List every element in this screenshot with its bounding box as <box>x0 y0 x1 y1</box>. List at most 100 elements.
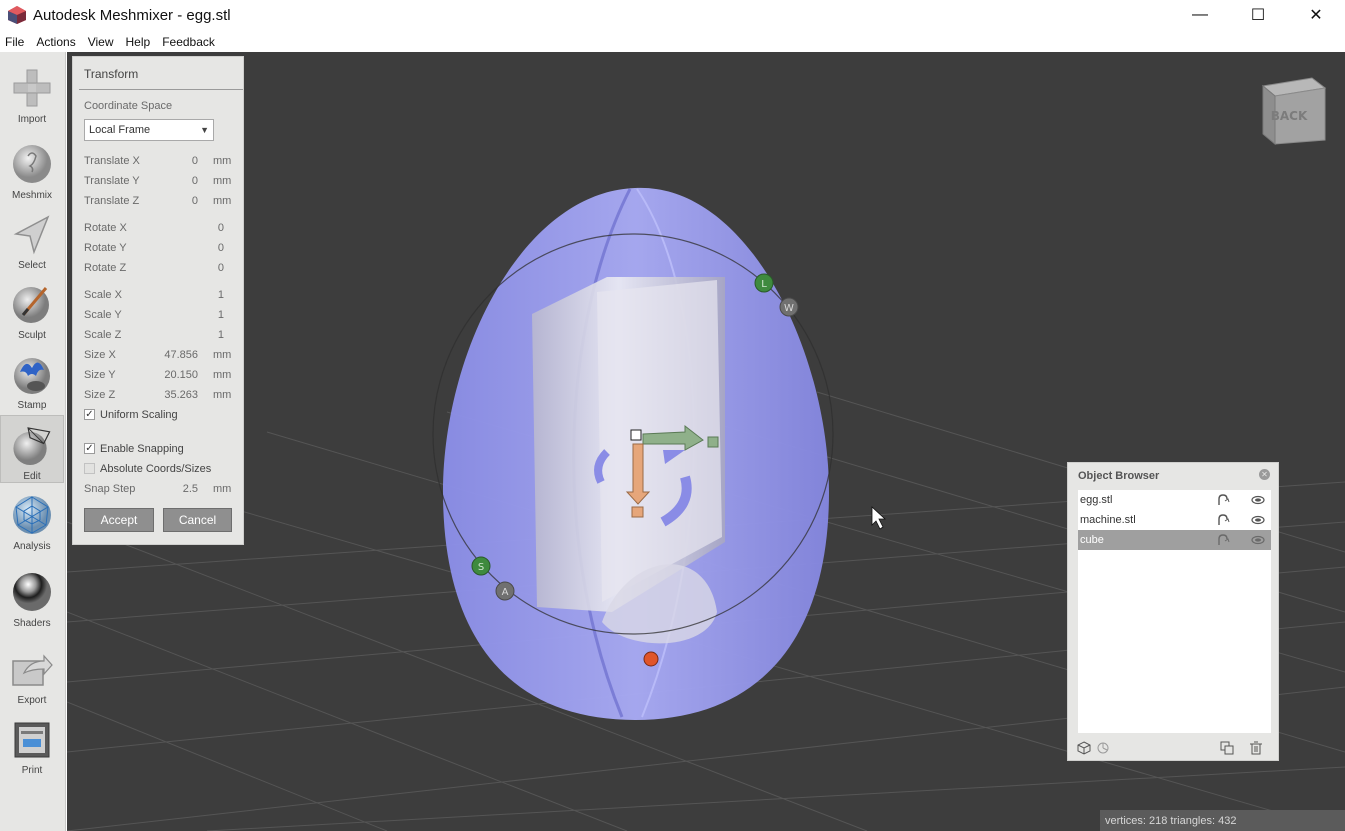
size-y-value[interactable]: 20.150 <box>153 369 198 381</box>
absolute-coords-checkbox[interactable] <box>84 463 95 474</box>
status-bar: vertices: 218 triangles: 432 <box>1100 810 1345 831</box>
translate-z-value[interactable]: 0 <box>168 195 198 207</box>
rotate-y-label: Rotate Y <box>84 242 127 254</box>
mouse-cursor-icon <box>871 506 887 530</box>
window-title: Autodesk Meshmixer - egg.stl <box>33 6 231 24</box>
gizmo-handle-s[interactable]: S <box>471 556 491 576</box>
scale-y-value[interactable]: 1 <box>188 309 224 321</box>
tool-label: Analysis <box>13 541 51 552</box>
tool-print[interactable]: Print <box>0 709 64 777</box>
translate-x-value[interactable]: 0 <box>168 155 198 167</box>
enable-snapping-label: Enable Snapping <box>100 443 184 455</box>
eye-icon[interactable] <box>1251 513 1265 527</box>
tool-stamp[interactable]: Stamp <box>0 344 64 412</box>
tool-sculpt[interactable]: Sculpt <box>0 274 64 342</box>
maximize-button[interactable]: ☐ <box>1229 0 1287 30</box>
menu-help[interactable]: Help <box>121 35 156 49</box>
tool-label: Sculpt <box>18 330 46 341</box>
tool-label: Edit <box>23 471 41 482</box>
close-button[interactable]: ✕ <box>1287 0 1345 30</box>
tool-select[interactable]: Select <box>0 204 64 272</box>
window-controls: — ☐ ✕ <box>1171 0 1345 30</box>
minimize-button[interactable]: — <box>1171 0 1229 30</box>
tool-shaders[interactable]: Shaders <box>0 562 64 630</box>
snap-step-label: Snap Step <box>84 483 136 495</box>
cancel-button[interactable]: Cancel <box>163 508 232 532</box>
machine-mesh <box>532 277 725 644</box>
pivot-icon[interactable] <box>1096 741 1110 755</box>
tool-label: Print <box>21 765 43 776</box>
gizmo-label-s: S <box>478 562 484 573</box>
gizmo-handle-w[interactable]: W <box>779 297 799 317</box>
plus-icon <box>13 69 51 107</box>
scale-y-label: Scale Y <box>84 309 122 321</box>
chrome-sphere-icon <box>13 573 51 611</box>
object-list: egg.stl machine.stl cube <box>1078 490 1271 733</box>
scale-z-label: Scale Z <box>84 329 122 341</box>
rotate-y-value[interactable]: 0 <box>188 242 224 254</box>
printer-icon <box>14 722 50 758</box>
bunny-sphere-icon <box>13 145 51 183</box>
object-browser-panel: Object Browser ✕ egg.stl machine.stl cub… <box>1067 462 1279 761</box>
object-browser-title: Object Browser <box>1078 470 1160 482</box>
mesh-sphere-icon <box>13 496 51 534</box>
rotate-x-value[interactable]: 0 <box>188 222 224 234</box>
magnet-icon[interactable] <box>1216 533 1230 547</box>
uniform-scaling-checkbox[interactable]: ✓ <box>84 409 95 420</box>
edit-mesh-icon <box>13 427 51 466</box>
object-row-cube[interactable]: cube <box>1078 530 1271 550</box>
close-icon[interactable]: ✕ <box>1259 469 1270 480</box>
gizmo-label-l: L <box>761 279 767 290</box>
menu-view[interactable]: View <box>83 35 119 49</box>
tool-export[interactable]: Export <box>0 639 64 707</box>
tool-import[interactable]: Import <box>0 58 64 126</box>
size-x-label: Size X <box>84 349 116 361</box>
object-row-egg[interactable]: egg.stl <box>1078 490 1271 510</box>
size-z-unit: mm <box>213 389 232 401</box>
duplicate-icon[interactable] <box>1220 741 1234 755</box>
snap-step-unit: mm <box>213 483 232 495</box>
view-cube[interactable]: BACK <box>1261 77 1327 146</box>
magnet-icon[interactable] <box>1216 513 1230 527</box>
title-bar: Autodesk Meshmixer - egg.stl — ☐ ✕ <box>0 0 1345 30</box>
tool-label: Select <box>18 260 46 271</box>
menu-feedback[interactable]: Feedback <box>157 35 220 49</box>
tool-sidebar: Import Meshmix Select Sculpt Stamp Edit … <box>0 52 66 831</box>
rotate-z-value[interactable]: 0 <box>188 262 224 274</box>
accept-button[interactable]: Accept <box>84 508 154 532</box>
coordinate-space-select[interactable]: Local Frame ▼ <box>84 119 214 141</box>
gizmo-handle-l[interactable]: L <box>754 273 774 293</box>
object-row-machine[interactable]: machine.stl <box>1078 510 1271 530</box>
tool-meshmix[interactable]: Meshmix <box>0 134 64 202</box>
size-x-unit: mm <box>213 349 232 361</box>
view-cube-label: BACK <box>1271 109 1308 123</box>
menu-actions[interactable]: Actions <box>31 35 80 49</box>
size-z-value[interactable]: 35.263 <box>153 389 198 401</box>
snap-step-value[interactable]: 2.5 <box>168 483 198 495</box>
pivot-dot[interactable] <box>643 651 659 667</box>
trash-icon[interactable] <box>1249 741 1263 755</box>
tool-label: Import <box>17 114 47 125</box>
tool-edit[interactable]: Edit <box>0 415 64 483</box>
tool-label: Meshmix <box>11 190 52 201</box>
transform-panel: Transform Coordinate Space Local Frame ▼… <box>72 56 244 545</box>
eye-icon[interactable] <box>1251 493 1265 507</box>
arrow-cursor-icon <box>13 215 50 255</box>
magnet-icon[interactable] <box>1216 493 1230 507</box>
eye-icon[interactable] <box>1251 533 1265 547</box>
gizmo-handle-a[interactable]: A <box>495 581 515 601</box>
menu-bar: File Actions View Help Feedback <box>0 32 1345 52</box>
gizmo-label-a: A <box>502 587 509 598</box>
scale-x-value[interactable]: 1 <box>188 289 224 301</box>
rotate-z-label: Rotate Z <box>84 262 127 274</box>
tool-analysis[interactable]: Analysis <box>0 485 64 553</box>
menu-file[interactable]: File <box>0 35 29 49</box>
object-name: cube <box>1080 534 1104 546</box>
object-name: machine.stl <box>1080 514 1136 526</box>
cube-icon[interactable] <box>1077 741 1091 755</box>
enable-snapping-checkbox[interactable]: ✓ <box>84 443 95 454</box>
size-x-value[interactable]: 47.856 <box>153 349 198 361</box>
translate-y-value[interactable]: 0 <box>168 175 198 187</box>
scale-z-value[interactable]: 1 <box>188 329 224 341</box>
translate-x-label: Translate X <box>84 155 140 167</box>
